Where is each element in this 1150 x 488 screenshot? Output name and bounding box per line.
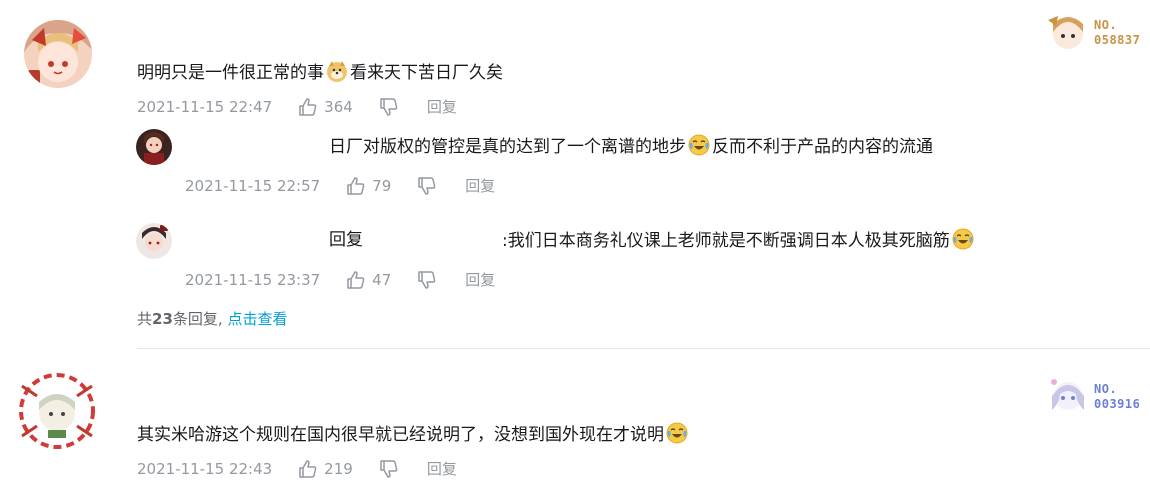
like-icon bbox=[299, 97, 317, 116]
dislike-icon bbox=[418, 270, 436, 289]
badge-no-label: NO. bbox=[1094, 382, 1118, 396]
badge-number: 058837 bbox=[1094, 33, 1141, 47]
dislike-icon bbox=[380, 459, 398, 478]
reply-text: :我们日本商务礼仪课上老师就是不断强调日本人极其死脑筋 bbox=[502, 228, 976, 253]
avatar[interactable] bbox=[24, 20, 92, 88]
laugh-cry-emoji bbox=[688, 134, 710, 156]
avatar-image bbox=[136, 223, 172, 259]
reply-text-part: :我们日本商务礼仪课上老师就是不断强调日本人极其死脑筋 bbox=[502, 231, 950, 251]
reply-text-part: 反而不利于产品的内容的流通 bbox=[712, 137, 933, 157]
reply-meta: 2021-11-15 23:37 47 回复 bbox=[185, 269, 495, 290]
more-prefix: 共 bbox=[137, 310, 153, 328]
timestamp: 2021-11-15 22:57 bbox=[185, 176, 321, 195]
avatar[interactable] bbox=[136, 223, 172, 259]
reply-button[interactable]: 回复 bbox=[465, 269, 495, 290]
like-count: 79 bbox=[372, 176, 392, 195]
timestamp: 2021-11-15 23:37 bbox=[185, 270, 321, 289]
dislike-icon bbox=[418, 176, 436, 195]
like-icon bbox=[347, 176, 365, 195]
like-count: 47 bbox=[372, 270, 392, 289]
reply-text-part: 日厂对版权的管控是真的达到了一个离谱的地步 bbox=[329, 137, 686, 157]
dislike-button[interactable] bbox=[379, 459, 399, 479]
reply-text: 回复 bbox=[329, 228, 363, 252]
avatar-image bbox=[24, 20, 92, 88]
reply-meta: 2021-11-15 22:57 79 回复 bbox=[185, 175, 495, 196]
timestamp: 2021-11-15 22:43 bbox=[137, 459, 273, 478]
comment-text: 明明只是一件很正常的事 看来天下苦日厂久矣 bbox=[137, 60, 503, 85]
reply-to-label: 回复 bbox=[329, 230, 363, 250]
avatar[interactable] bbox=[12, 366, 102, 456]
dislike-button[interactable] bbox=[417, 270, 437, 290]
badge-number: 003916 bbox=[1094, 397, 1141, 411]
divider bbox=[137, 348, 1150, 349]
comment-text: 其实米哈游这个规则在国内很早就已经说明了，没想到国外现在才说明 bbox=[137, 422, 690, 447]
doge-emoji bbox=[326, 60, 348, 82]
dislike-button[interactable] bbox=[417, 176, 437, 196]
comment-meta: 2021-11-15 22:47 364 回复 bbox=[137, 96, 457, 117]
reply-button[interactable]: 回复 bbox=[427, 458, 457, 479]
avatar[interactable] bbox=[136, 129, 172, 165]
reply-button[interactable]: 回复 bbox=[465, 175, 495, 196]
laugh-cry-emoji bbox=[952, 228, 974, 250]
like-button[interactable]: 219 bbox=[298, 459, 353, 479]
laugh-cry-emoji bbox=[666, 422, 688, 444]
fan-badge: NO. 003916 bbox=[1046, 374, 1150, 416]
fan-badge: NO. 058837 bbox=[1046, 10, 1150, 52]
like-icon bbox=[347, 270, 365, 289]
view-more-link[interactable]: 点击查看 bbox=[227, 308, 287, 329]
comment-text-part: 明明只是一件很正常的事 bbox=[137, 63, 324, 83]
like-button[interactable]: 47 bbox=[346, 270, 391, 290]
avatar-image bbox=[12, 366, 102, 456]
reply-button[interactable]: 回复 bbox=[427, 96, 457, 117]
like-count: 364 bbox=[324, 97, 353, 116]
reply-text: 日厂对版权的管控是真的达到了一个离谱的地步 反而不利于产品的内容的流通 bbox=[329, 134, 933, 159]
badge-character-icon bbox=[1051, 379, 1084, 410]
like-count: 219 bbox=[324, 459, 353, 478]
dislike-icon bbox=[380, 97, 398, 116]
badge-no-label: NO. bbox=[1094, 18, 1118, 32]
reply-count: 23 bbox=[152, 309, 173, 328]
like-button[interactable]: 364 bbox=[298, 97, 353, 117]
dislike-button[interactable] bbox=[379, 97, 399, 117]
badge-character-icon bbox=[1048, 16, 1083, 49]
timestamp: 2021-11-15 22:47 bbox=[137, 97, 273, 116]
comment-text-part: 看来天下苦日厂久矣 bbox=[350, 63, 503, 83]
more-suffix: 条回复, bbox=[172, 310, 223, 328]
avatar-image bbox=[136, 129, 172, 165]
view-more-replies: 共 23 条回复, 点击查看 bbox=[137, 308, 287, 329]
like-icon bbox=[299, 459, 317, 478]
comment-text-part: 其实米哈游这个规则在国内很早就已经说明了，没想到国外现在才说明 bbox=[137, 425, 664, 445]
like-button[interactable]: 79 bbox=[346, 176, 391, 196]
comment-meta: 2021-11-15 22:43 219 回复 bbox=[137, 458, 457, 479]
